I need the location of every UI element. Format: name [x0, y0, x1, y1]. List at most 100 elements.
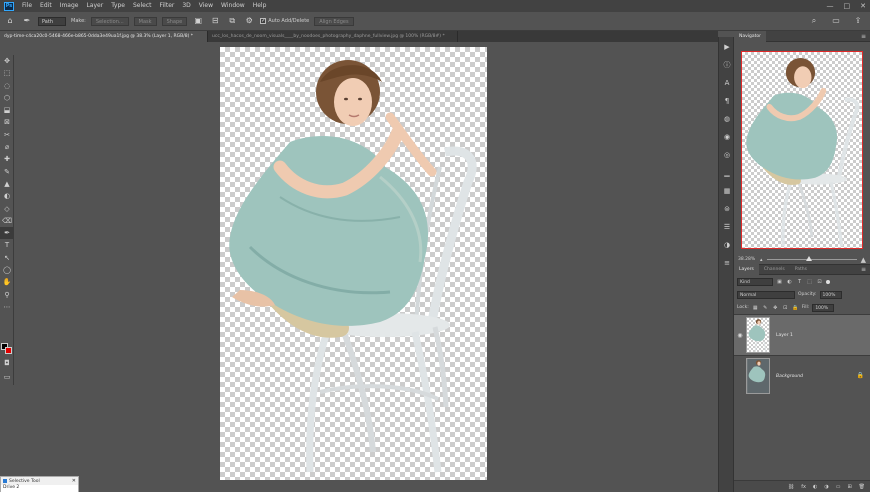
clone-stamp-tool-icon[interactable]: ▲: [0, 178, 14, 190]
smart-object-filter-icon[interactable]: ⊡: [816, 279, 823, 285]
lasso-tool-icon[interactable]: ◌: [0, 80, 14, 92]
selective-tool-window[interactable]: Selective Tool ✕ Drive 2: [0, 476, 79, 492]
move-tool-icon[interactable]: ✥: [0, 55, 14, 67]
paragraph-panel-icon[interactable]: ¶: [719, 93, 735, 109]
menu-help[interactable]: Help: [249, 0, 271, 12]
checkbox-box[interactable]: ✓: [260, 18, 267, 24]
home-icon[interactable]: ⌂: [4, 15, 16, 27]
history-brush-tool-icon[interactable]: ◐: [0, 190, 14, 202]
gear-icon[interactable]: ⚙: [243, 15, 255, 27]
make-mask-button[interactable]: Mask: [133, 16, 157, 26]
zoom-percentage[interactable]: 38.28%: [738, 257, 756, 262]
tab-channels[interactable]: Channels: [759, 264, 790, 275]
menu-file[interactable]: File: [18, 0, 36, 12]
pen-tool-icon[interactable]: ✒: [0, 227, 14, 240]
shape-tool-icon[interactable]: ◯: [0, 264, 14, 276]
layer-name[interactable]: Layer 1: [776, 333, 793, 338]
hand-tool-icon[interactable]: ✋: [0, 276, 14, 288]
layer-name[interactable]: Background: [776, 374, 803, 379]
eyedropper-tool-icon[interactable]: ⌀: [0, 141, 14, 153]
zoom-slider-thumb[interactable]: [806, 256, 813, 261]
link-layers-icon[interactable]: ⛓: [788, 484, 794, 490]
path-selection-tool-icon[interactable]: ↖: [0, 252, 14, 264]
navigator-preview[interactable]: [741, 51, 863, 249]
lightbulb-icon[interactable]: ◍: [719, 111, 735, 127]
zoom-out-icon[interactable]: ▴: [760, 257, 763, 263]
opacity-input[interactable]: 100%: [819, 290, 842, 299]
menu-layer[interactable]: Layer: [82, 0, 107, 12]
shape-filter-icon[interactable]: ⬚: [806, 279, 813, 285]
fill-input[interactable]: 100%: [812, 303, 835, 312]
path-operations-icon[interactable]: ▣: [192, 15, 204, 27]
tab-navigator[interactable]: Navigator: [734, 30, 767, 42]
histogram-panel-icon[interactable]: ▁: [719, 165, 735, 181]
make-selection-button[interactable]: Selection...: [90, 16, 129, 26]
align-edges-button[interactable]: Align Edges: [314, 16, 354, 26]
marquee-tool-icon[interactable]: ⬚: [0, 67, 14, 79]
pixel-filter-icon[interactable]: ▣: [776, 279, 783, 285]
healing-brush-tool-icon[interactable]: ✚: [0, 153, 14, 165]
crop-tool-icon[interactable]: ⊠: [0, 116, 14, 128]
type-tool-icon[interactable]: T: [0, 239, 14, 251]
layer-mask-icon[interactable]: ◐: [813, 484, 817, 490]
screen-mode-icon[interactable]: ▭: [0, 371, 14, 383]
history-panel-icon[interactable]: ▶: [719, 39, 735, 55]
quick-mask-icon[interactable]: ◘: [0, 357, 14, 369]
layer-row-layer-1[interactable]: ◉ Layer 1: [734, 314, 870, 355]
layer-style-icon[interactable]: fx: [801, 484, 806, 490]
trash-icon[interactable]: 🗑: [859, 484, 865, 490]
color-panel-icon[interactable]: ◉: [719, 129, 735, 145]
menu-select[interactable]: Select: [129, 0, 156, 12]
pen-tool-preset-icon[interactable]: ✒: [21, 15, 33, 27]
zoom-tool-icon[interactable]: ⚲: [0, 289, 14, 301]
share-icon[interactable]: ⇪: [852, 15, 864, 27]
menu-3d[interactable]: 3D: [178, 0, 194, 12]
selective-tool-drive[interactable]: Drive 2: [1, 485, 78, 492]
menu-view[interactable]: View: [195, 0, 217, 12]
menu-window[interactable]: Window: [217, 0, 249, 12]
zoom-slider[interactable]: [766, 256, 857, 261]
filter-toggle-icon[interactable]: [826, 279, 830, 284]
layer-row-background[interactable]: Background 🔒: [734, 355, 870, 396]
lock-image-icon[interactable]: ✎: [762, 305, 769, 311]
styles-panel-icon[interactable]: ◑: [719, 237, 735, 253]
menu-edit[interactable]: Edit: [36, 0, 56, 12]
background-color-swatch[interactable]: [5, 347, 12, 354]
tab-document-2[interactable]: ucc_los_hacos_de_noom_visuals____by_nood…: [208, 31, 458, 42]
lock-transparent-icon[interactable]: ▦: [752, 305, 759, 311]
layers-panel-menu-icon[interactable]: ≡: [861, 266, 866, 273]
swatches-panel-icon[interactable]: ◎: [719, 147, 735, 163]
auto-add-delete-checkbox[interactable]: ✓ Auto Add/Delete: [260, 18, 309, 24]
brush-tool-icon[interactable]: ✎: [0, 166, 14, 178]
tab-document-1[interactable]: dyp-time-c4ca20c0-5468-466e-b865-0dda3e4…: [0, 31, 208, 42]
quick-selection-tool-icon[interactable]: ⬡: [0, 92, 14, 104]
eraser-tool-icon[interactable]: ⌫: [0, 215, 14, 227]
workspace-icon[interactable]: ▭: [830, 15, 842, 27]
path-arrangement-icon[interactable]: ⧉: [226, 15, 238, 27]
eye-icon[interactable]: ◉: [734, 332, 746, 339]
close-button[interactable]: ✕: [860, 0, 866, 12]
menu-filter[interactable]: Filter: [156, 0, 179, 12]
tab-paths[interactable]: Paths: [790, 264, 812, 275]
frame-tool-icon[interactable]: ✂: [0, 129, 14, 141]
lock-position-icon[interactable]: ✥: [772, 305, 779, 311]
group-icon[interactable]: ▭: [836, 484, 841, 490]
adjustments-panel-icon[interactable]: ⊜: [719, 201, 735, 217]
more-tools-icon[interactable]: ⋯: [0, 301, 14, 313]
path-alignment-icon[interactable]: ⊟: [209, 15, 221, 27]
new-layer-icon[interactable]: ⊞: [847, 484, 851, 490]
info-panel-icon[interactable]: ⓘ: [719, 57, 735, 73]
adjustment-filter-icon[interactable]: ◐: [786, 279, 793, 285]
object-selection-tool-icon[interactable]: ⬓: [0, 104, 14, 116]
type-filter-icon[interactable]: T: [796, 279, 803, 285]
gradient-tool-icon[interactable]: ◇: [0, 203, 14, 215]
layer-comps-panel-icon[interactable]: ≡: [719, 255, 735, 271]
search-icon[interactable]: ⌕: [808, 15, 820, 27]
menu-type[interactable]: Type: [107, 0, 129, 12]
document-canvas[interactable]: [220, 47, 487, 480]
grid-panel-icon[interactable]: ▦: [719, 183, 735, 199]
lock-artboard-icon[interactable]: ⊡: [782, 305, 789, 311]
minimize-button[interactable]: —: [827, 0, 834, 12]
adjustment-layer-icon[interactable]: ◑: [824, 484, 828, 490]
pen-mode-select[interactable]: Path: [38, 16, 66, 26]
